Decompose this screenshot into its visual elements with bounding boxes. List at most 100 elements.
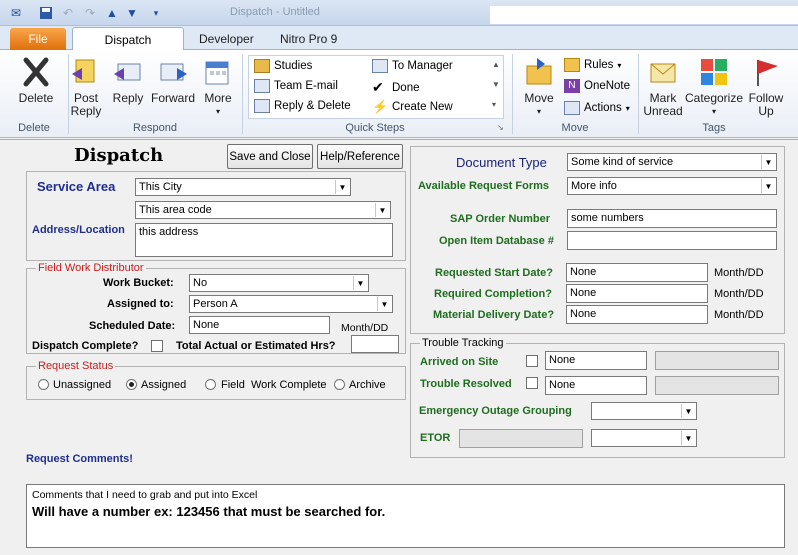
document-type-value: Some kind of service [571,156,674,168]
previous-item-icon[interactable]: ▲ [104,5,120,21]
actions-button[interactable]: Actions ▾ [564,101,630,115]
chevron-down-icon[interactable]: ▼ [761,155,775,169]
quick-step-create-new[interactable]: ⚡ Create New [372,99,453,115]
arrived-on-site-field[interactable]: None [545,351,647,370]
tab-file[interactable]: File [10,28,66,50]
status-field-work-complete-label: Field Work Complete [221,379,327,391]
quick-step-label: Team E-mail [274,80,338,92]
quick-steps-more-icon[interactable]: ▾ [492,100,496,109]
move-button[interactable]: Move ▾ [518,56,560,118]
chevron-down-icon[interactable]: ▼ [353,276,367,290]
trouble-resolved-checkbox[interactable] [526,377,538,389]
quick-step-done[interactable]: ✔ Done [372,79,420,96]
undo-icon[interactable]: ↶ [60,5,76,21]
material-delivery-date-field[interactable]: None [566,305,708,324]
assigned-to-label: Assigned to: [107,298,174,310]
sap-order-number-label: SAP Order Number [450,213,551,225]
help-reference-button[interactable]: Help/Reference [317,144,403,169]
status-field-work-complete-radio[interactable] [205,379,216,390]
follow-up-button[interactable]: Follow Up [744,56,788,118]
request-status-legend: Request Status [36,360,116,372]
title-blank-area [490,6,798,24]
service-area-combo[interactable]: This City ▼ [135,178,351,196]
work-bucket-value: No [193,277,208,289]
available-request-forms-combo[interactable]: More info ▼ [567,177,777,195]
quick-steps-scroll-down-icon[interactable]: ▼ [492,80,500,89]
emergency-outage-grouping-combo[interactable]: ▼ [591,402,697,420]
quick-step-studies[interactable]: Studies [254,59,312,73]
chevron-down-icon[interactable]: ▼ [377,297,391,311]
rules-icon [564,58,580,72]
customize-qat-icon[interactable]: ▾ [148,5,164,21]
reply-label: Reply [112,91,144,105]
mark-unread-button[interactable]: Mark Unread [642,56,684,118]
outlook-app-icon[interactable]: ✉ [8,5,24,21]
status-unassigned-radio[interactable] [38,379,49,390]
envelope-icon [650,63,676,83]
more-label: More [204,91,232,105]
trouble-resolved-field[interactable]: None [545,376,647,395]
move-label: Move [524,91,554,105]
reply-icon [114,63,141,81]
status-archive-radio[interactable] [334,379,345,390]
quick-step-reply-delete[interactable]: Reply & Delete [254,99,351,113]
document-type-combo[interactable]: Some kind of service ▼ [567,153,777,171]
comments-line-1: Comments that I need to grab and put int… [32,489,258,501]
redo-icon[interactable]: ↷ [82,5,98,21]
rules-button[interactable]: Rules ▾ [564,58,621,72]
material-delivery-date-label: Material Delivery Date? [433,309,555,321]
quick-step-label: To Manager [392,60,453,72]
forward-button[interactable]: Forward [150,56,196,105]
status-unassigned-label: Unassigned [53,379,112,391]
dispatch-complete-checkbox[interactable] [151,340,163,352]
chevron-down-icon[interactable]: ▼ [681,404,695,418]
post-reply-button[interactable]: Post Reply [68,56,104,118]
open-item-database-field[interactable] [567,231,777,250]
trouble-tracking-legend: Trouble Tracking [420,337,506,349]
delete-x-icon [23,57,49,87]
work-bucket-label: Work Bucket: [103,277,174,289]
save-icon[interactable] [38,5,54,21]
categorize-button[interactable]: Categorize ▾ [684,56,744,118]
onenote-button[interactable]: N OneNote [564,79,630,93]
more-respond-button[interactable]: More ▾ [198,56,238,118]
dialog-launcher-icon[interactable]: ↘ [497,123,504,132]
quick-step-team-email[interactable]: Team E-mail [254,79,338,93]
total-hrs-field[interactable] [351,335,399,353]
reply-button[interactable]: Reply [108,56,148,105]
delete-button[interactable]: Delete [14,56,58,105]
quick-steps-scroll-up-icon[interactable]: ▲ [492,60,500,69]
onenote-label: OneNote [584,80,631,92]
next-item-icon[interactable]: ▼ [124,5,140,21]
area-code-combo[interactable]: This area code ▼ [135,201,391,219]
sap-order-number-field[interactable]: some numbers [567,209,777,228]
quick-step-label: Reply & Delete [274,100,351,112]
scheduled-date-field[interactable]: None [189,316,330,334]
request-comments-field[interactable]: Comments that I need to grab and put int… [26,484,785,548]
chevron-down-icon[interactable]: ▼ [375,203,389,217]
requested-start-date-field[interactable]: None [566,263,708,282]
status-assigned-radio[interactable] [126,379,137,390]
rules-label: Rules [584,59,614,71]
required-completion-field[interactable]: None [566,284,708,303]
etor-combo[interactable]: ▼ [591,429,697,447]
mark-unread-label: Mark Unread [643,91,683,118]
chevron-down-icon[interactable]: ▼ [761,179,775,193]
quick-step-to-manager[interactable]: To Manager [372,59,453,73]
save-and-close-button[interactable]: Save and Close [227,144,313,169]
chevron-down-icon[interactable]: ▼ [335,180,349,194]
arrived-on-site-extra-field [655,351,779,370]
tab-dispatch[interactable]: Dispatch [72,27,184,51]
available-request-forms-label: Available Request Forms [418,180,550,192]
arrived-on-site-checkbox[interactable] [526,355,538,367]
work-bucket-combo[interactable]: No ▼ [189,274,369,292]
tab-developer[interactable]: Developer [199,32,254,46]
trouble-resolved-extra-field [655,376,779,395]
area-code-value: This area code [139,204,212,216]
trouble-resolved-label: Trouble Resolved [420,378,512,390]
assigned-to-combo[interactable]: Person A ▼ [189,295,393,313]
address-field[interactable]: this address [135,223,393,257]
chevron-down-icon[interactable]: ▼ [681,431,695,445]
quick-step-label: Done [392,81,420,94]
tab-nitro-pro[interactable]: Nitro Pro 9 [280,32,337,46]
